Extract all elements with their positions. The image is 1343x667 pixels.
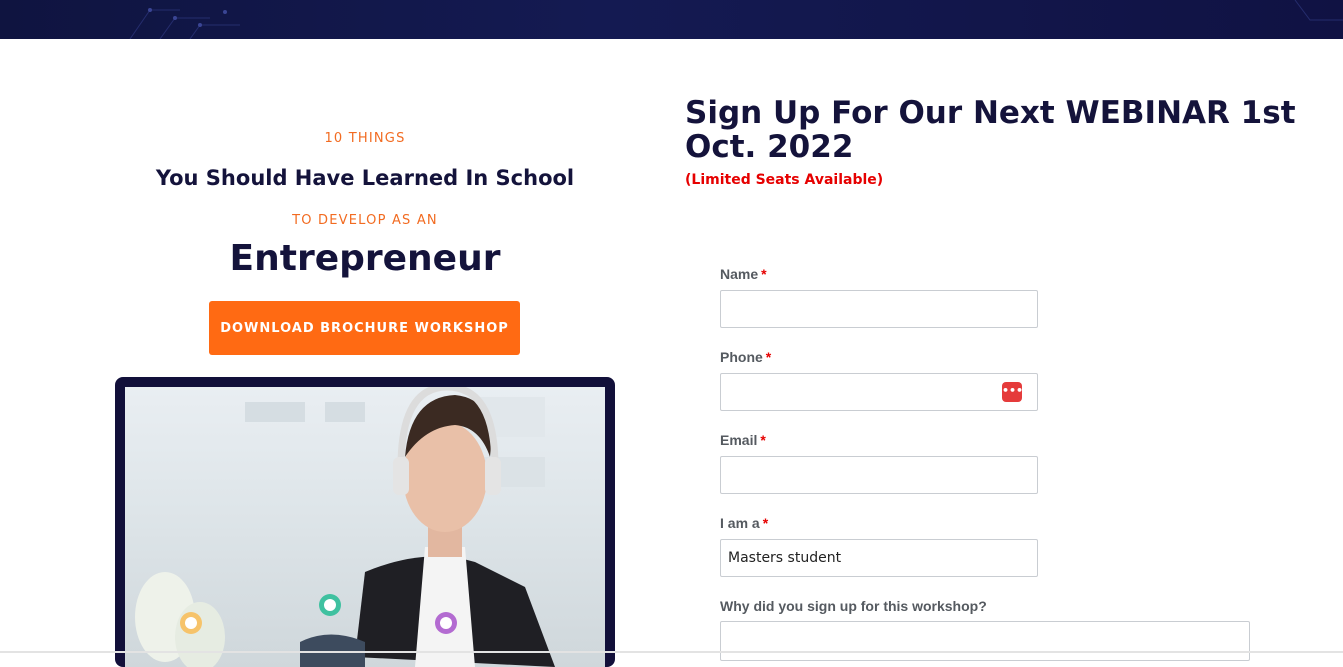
- email-field[interactable]: [720, 456, 1038, 494]
- hero-word: Entrepreneur: [229, 238, 501, 279]
- phone-label-text: Phone: [720, 349, 763, 365]
- limited-seats-notice: (Limited Seats Available): [685, 172, 884, 188]
- password-manager-icon[interactable]: •••: [1002, 382, 1023, 402]
- required-asterisk: *: [762, 515, 769, 531]
- reason-label: Why did you sign up for this workshop?: [720, 598, 987, 614]
- role-label-text: I am a: [720, 515, 760, 531]
- banner-circuit-decoration: [129, 0, 1343, 39]
- role-label: I am a *: [720, 515, 768, 531]
- email-label-text: Email: [720, 432, 758, 448]
- signup-heading: Sign Up For Our Next WEBINAR 1st Oct. 20…: [685, 95, 1296, 165]
- video-thumbnail[interactable]: [125, 387, 605, 667]
- email-label: Email *: [720, 432, 766, 448]
- man-with-headphones-illustration: [135, 387, 555, 667]
- video-frame: [115, 377, 615, 667]
- name-label-text: Name: [720, 266, 759, 282]
- required-asterisk: *: [760, 432, 766, 448]
- subheading: You Should Have Learned In School: [155, 166, 575, 190]
- reason-textarea[interactable]: [720, 621, 1250, 661]
- phone-field[interactable]: [720, 373, 1038, 411]
- required-asterisk: *: [765, 349, 772, 365]
- role-field[interactable]: [720, 539, 1038, 577]
- phone-label: Phone *: [720, 349, 771, 365]
- download-brochure-button[interactable]: DOWNLOAD BROCHURE WORKSHOP: [209, 301, 520, 355]
- eyebrow-top: 10 THINGS: [324, 131, 406, 146]
- name-label: Name *: [720, 266, 767, 282]
- required-asterisk: *: [761, 266, 767, 282]
- eyebrow-mid: TO DEVELOP AS AN: [292, 213, 438, 228]
- top-banner: [0, 0, 1343, 39]
- name-field[interactable]: [720, 290, 1038, 328]
